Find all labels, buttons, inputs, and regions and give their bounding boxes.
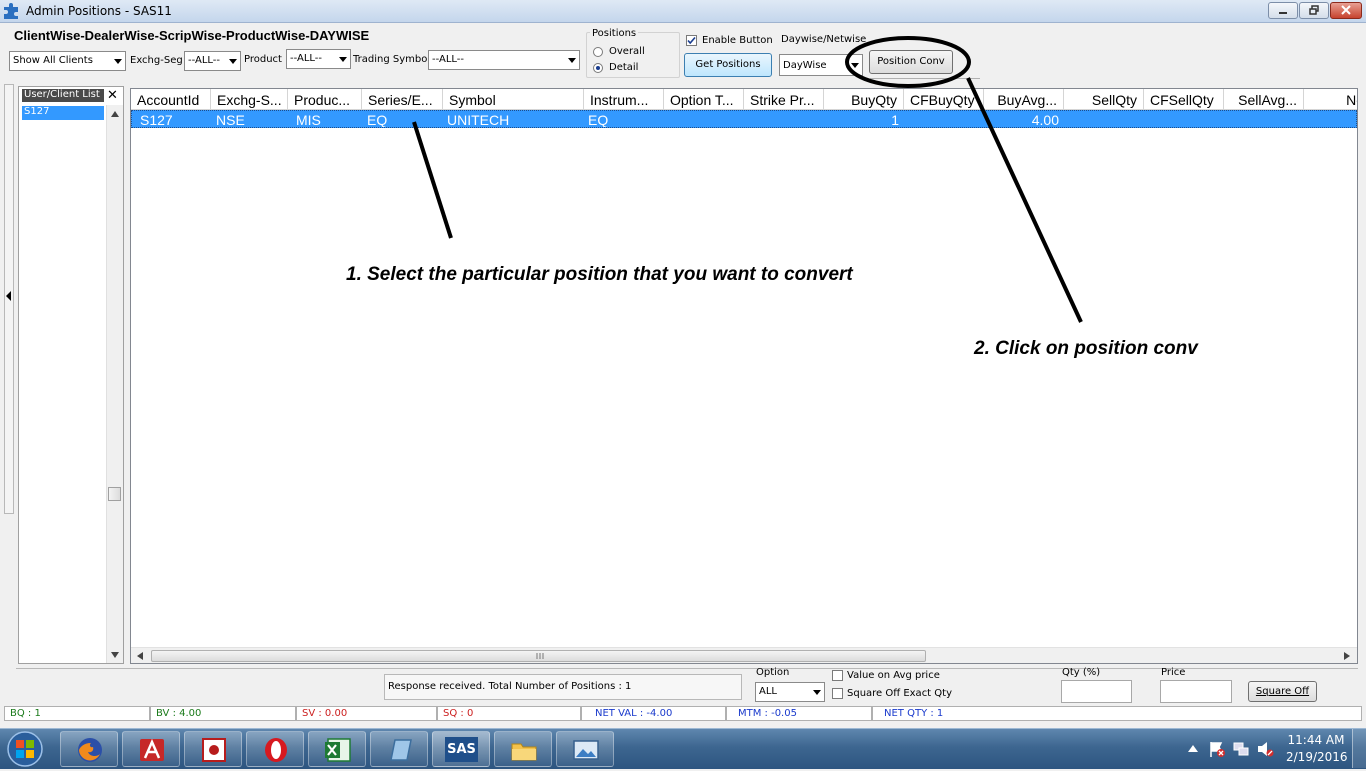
chevron-down-icon	[813, 690, 821, 695]
taskbar-firefox[interactable]	[60, 731, 118, 767]
annotation-arrow-1	[412, 121, 453, 239]
status-net-qty: NET QTY : 1	[872, 706, 1362, 721]
taskbar-media-app[interactable]	[184, 731, 242, 767]
start-orb-icon	[7, 731, 43, 767]
status-sq: SQ : 0	[437, 706, 581, 721]
sas-app-icon: SAS	[445, 737, 478, 762]
status-net-val: NET VAL : -4.00	[581, 706, 726, 721]
square-off-button[interactable]: Square Off	[1248, 681, 1317, 702]
photo-viewer-icon	[573, 740, 599, 760]
response-message: Response received. Total Number of Posit…	[384, 674, 742, 700]
value-on-avg-label: Value on Avg price	[847, 670, 940, 681]
taskbar-notepad[interactable]	[370, 731, 428, 767]
square-off-exact-checkbox[interactable]	[832, 688, 843, 699]
taskbar-autocad[interactable]	[122, 731, 180, 767]
taskbar-explorer[interactable]	[494, 731, 552, 767]
qty-input[interactable]	[1061, 680, 1132, 703]
action-center-flag-icon[interactable]	[1208, 740, 1226, 758]
volume-muted-icon[interactable]	[1256, 740, 1274, 758]
firefox-icon	[78, 738, 102, 762]
annotation-step1: 1. Select the particular position that y…	[346, 264, 853, 285]
square-off-exact-label: Square Off Exact Qty	[847, 688, 952, 699]
clock-date[interactable]: 2/19/2016	[1286, 750, 1348, 764]
taskbar: SAS	[0, 728, 1366, 769]
taskbar-photo-viewer[interactable]	[556, 731, 614, 767]
notepad-icon	[390, 739, 412, 761]
status-bar: BQ : 1 BV : 4.00 SV : 0.00 SQ : 0 NET VA…	[4, 706, 1362, 722]
excel-icon	[325, 738, 351, 762]
taskbar-excel[interactable]	[308, 731, 366, 767]
media-app-icon	[202, 738, 226, 762]
status-bq: BQ : 1	[4, 706, 150, 721]
status-bv: BV : 4.00	[150, 706, 296, 721]
price-label: Price	[1161, 667, 1186, 678]
opera-icon	[265, 738, 287, 762]
status-sv: SV : 0.00	[296, 706, 437, 721]
annotation-step2: 2. Click on position conv	[974, 338, 1198, 359]
option-dropdown[interactable]: ALL	[755, 682, 825, 702]
status-mtm: MTM : -0.05	[726, 706, 872, 721]
network-icon[interactable]	[1232, 740, 1250, 758]
annotation-overlay	[412, 36, 1083, 323]
price-input[interactable]	[1160, 680, 1232, 703]
autocad-icon	[140, 738, 164, 761]
taskbar-sas[interactable]: SAS	[432, 731, 490, 767]
annotation-arrow-2	[966, 77, 1083, 323]
clock-time[interactable]: 11:44 AM	[1286, 733, 1346, 747]
taskbar-opera[interactable]	[246, 731, 304, 767]
file-explorer-icon	[511, 743, 537, 761]
tray-show-hidden-icon[interactable]	[1188, 744, 1198, 752]
start-button[interactable]	[6, 730, 46, 768]
option-value: ALL	[759, 686, 777, 697]
annotation-circle	[845, 36, 971, 88]
bottom-divider	[16, 668, 1358, 669]
show-desktop-button[interactable]	[1352, 729, 1366, 768]
qty-label: Qty (%)	[1062, 667, 1101, 678]
value-on-avg-checkbox[interactable]	[832, 670, 843, 681]
option-label: Option	[756, 667, 790, 678]
